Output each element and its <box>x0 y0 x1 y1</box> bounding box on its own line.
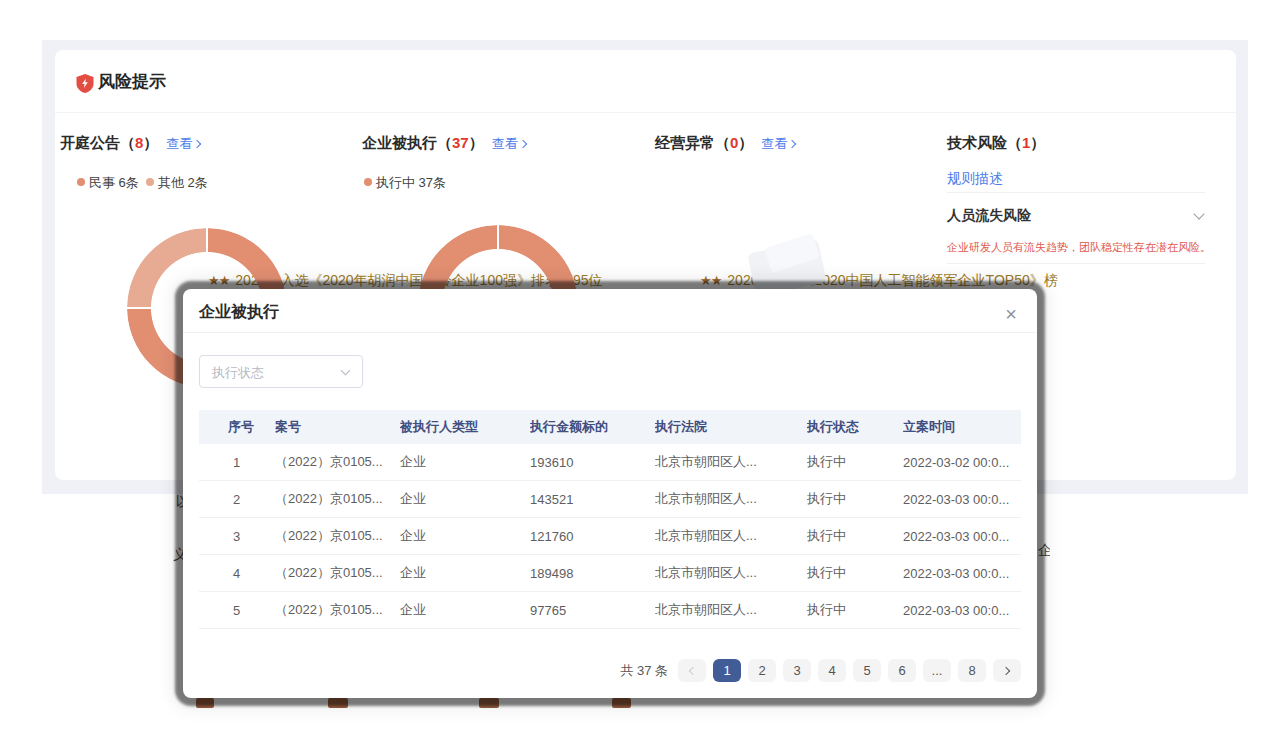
section-title-jingyingyichang: 经营异常（0）查看 <box>655 132 795 155</box>
section-title-kaiting: 开庭公告（8）查看 <box>60 132 200 155</box>
legend-dot-minshi <box>77 178 85 186</box>
risk-item-title: 人员流失风险 <box>947 207 1031 223</box>
medal-icon: ★★ <box>700 273 721 288</box>
chevron-right-icon <box>1002 666 1010 674</box>
pagination-ellipsis[interactable]: ... <box>923 659 951 682</box>
risk-shield-icon <box>76 74 94 93</box>
pagination-page-5[interactable]: 5 <box>853 659 881 682</box>
col4-divider-1 <box>947 192 1205 193</box>
rule-desc-link[interactable]: 规则描述 <box>947 170 1003 186</box>
pagination-page-6[interactable]: 6 <box>888 659 916 682</box>
th-status: 执行状态 <box>807 418 903 436</box>
pagination-page-8[interactable]: 8 <box>958 659 986 682</box>
chevron-down-icon <box>341 366 351 376</box>
view-link-kaiting[interactable]: 查看 <box>166 136 200 151</box>
legend-label-qita: 其他 2条 <box>158 175 208 191</box>
th-no: 序号 <box>228 418 275 436</box>
execution-table: 序号 案号 被执行人类型 执行金额标的 执行法院 执行状态 立案时间 1 （20… <box>199 410 1021 629</box>
background-chart-fragment <box>479 698 499 708</box>
legend-dot-zhixingzhong <box>364 178 372 186</box>
modal-title: 企业被执行 <box>199 301 279 323</box>
col4-divider-2 <box>947 263 1205 264</box>
background-chart-fragment <box>612 698 631 708</box>
th-amount: 执行金额标的 <box>530 418 655 436</box>
modal-beizhixing: 企业被执行 × 执行状态 序号 案号 被执行人类型 执行金额标的 执行法院 执行… <box>183 289 1037 698</box>
pagination-page-3[interactable]: 3 <box>783 659 811 682</box>
pagination-page-2[interactable]: 2 <box>748 659 776 682</box>
pagination-prev-button[interactable] <box>678 659 706 682</box>
pagination-page-4[interactable]: 4 <box>818 659 846 682</box>
status-filter-select[interactable]: 执行状态 <box>199 355 363 388</box>
stage: 风险提示 开庭公告（8）查看 企业被执行（37）查看 经营异常（0）查看 技术风… <box>0 0 1267 754</box>
background-chart-fragment <box>328 698 348 708</box>
risk-item-desc: 企业研发人员有流失趋势，团队稳定性存在潜在风险。 <box>947 240 1211 255</box>
pagination-next-button[interactable] <box>993 659 1021 682</box>
chevron-right-icon <box>788 140 796 148</box>
pagination-page-1[interactable]: 1 <box>713 659 741 682</box>
chevron-left-icon <box>689 666 697 674</box>
chevron-right-icon <box>518 140 526 148</box>
panel-title: 风险提示 <box>98 70 166 94</box>
view-link-beizhixing[interactable]: 查看 <box>492 136 526 151</box>
th-date: 立案时间 <box>903 418 1021 436</box>
view-link-jingyingyichang[interactable]: 查看 <box>761 136 795 151</box>
section-title-beizhixing: 企业被执行（37）查看 <box>362 132 526 155</box>
table-row: 1 （2022）京0105... 企业 193610 北京市朝阳区人... 执行… <box>199 444 1021 481</box>
header-divider <box>55 112 1236 113</box>
pagination: 共 37 条 1 2 3 4 5 6 ... 8 <box>620 659 1021 682</box>
background-text-fragment: 企 <box>1038 542 1050 560</box>
legend-label-zhixingzhong: 执行中 37条 <box>376 175 446 191</box>
chevron-right-icon <box>193 140 201 148</box>
table-row: 3 （2022）京0105... 企业 121760 北京市朝阳区人... 执行… <box>199 518 1021 555</box>
table-row: 4 （2022）京0105... 企业 189498 北京市朝阳区人... 执行… <box>199 555 1021 592</box>
th-type: 被执行人类型 <box>400 418 530 436</box>
background-chart-fragment <box>196 698 214 708</box>
pagination-total: 共 37 条 <box>620 659 668 682</box>
table-header-row: 序号 案号 被执行人类型 执行金额标的 执行法院 执行状态 立案时间 <box>199 410 1021 444</box>
modal-title-divider <box>183 332 1037 333</box>
select-placeholder: 执行状态 <box>212 364 264 381</box>
legend-dot-qita <box>146 178 154 186</box>
table-row: 2 （2022）京0105... 企业 143521 北京市朝阳区人... 执行… <box>199 481 1021 518</box>
th-court: 执行法院 <box>655 418 807 436</box>
table-row: 5 （2022）京0105... 企业 97765 北京市朝阳区人... 执行中… <box>199 592 1021 629</box>
th-case: 案号 <box>275 418 400 436</box>
section-title-jishufengxian: 技术风险（1） <box>947 132 1045 154</box>
chevron-down-icon[interactable] <box>1193 208 1204 219</box>
legend-label-minshi: 民事 6条 <box>89 175 139 191</box>
close-icon[interactable]: × <box>1001 305 1021 325</box>
